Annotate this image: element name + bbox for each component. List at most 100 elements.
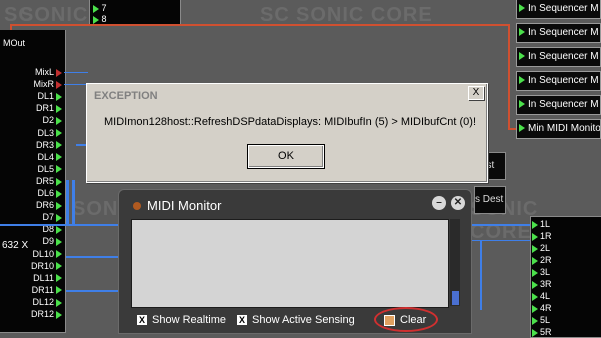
port-label: 1R: [540, 231, 552, 241]
show-active-sensing-option[interactable]: X Show Active Sensing: [237, 314, 355, 326]
port-row[interactable]: DR6: [36, 200, 62, 210]
port-row[interactable]: DL3: [37, 128, 62, 138]
port-row[interactable]: MixL: [35, 67, 62, 77]
show-active-sensing-label: Show Active Sensing: [252, 314, 355, 326]
port-row[interactable]: DR3: [36, 140, 62, 150]
port-row[interactable]: DL11: [33, 273, 62, 283]
output-port-row[interactable]: 1R: [532, 231, 552, 241]
midi-monitor-window: MIDI Monitor – ✕ X Show Realtime X Show Ac…: [118, 189, 472, 334]
port-icon: [56, 225, 62, 234]
port-icon: [56, 129, 62, 138]
port-row[interactable]: DL1: [37, 91, 62, 101]
port-icon: [519, 100, 525, 109]
sequencer-item[interactable]: Min MIDI Monitor: [516, 119, 601, 139]
output-port-row[interactable]: 4L: [532, 291, 550, 301]
scrollbar-thumb[interactable]: [452, 291, 459, 305]
midi-wire[interactable]: [10, 24, 510, 26]
midi-monitor-title: MIDI Monitor: [147, 198, 222, 213]
audio-wire[interactable]: [72, 180, 75, 224]
port-label: MixL: [34, 67, 54, 77]
sequencer-label: In Sequencer M: [528, 99, 599, 110]
output-port-row[interactable]: 5L: [532, 315, 550, 325]
port-icon: [56, 298, 62, 307]
port-icon: [519, 52, 525, 61]
port-row[interactable]: DR5: [36, 176, 62, 186]
midi-log-area[interactable]: [131, 219, 449, 308]
port-icon: [532, 268, 538, 277]
audio-wire[interactable]: [66, 256, 118, 258]
audio-wire[interactable]: [470, 224, 532, 226]
port-row[interactable]: DL6: [37, 188, 62, 198]
port-label: DL10: [32, 248, 54, 259]
sequencer-item[interactable]: In Sequencer M: [516, 47, 601, 67]
port-icon: [519, 124, 525, 133]
output-port-row[interactable]: 1L: [532, 219, 550, 229]
audio-wire[interactable]: [64, 72, 88, 73]
port-icon: [56, 189, 62, 198]
close-button[interactable]: X: [468, 86, 484, 100]
output-port-row[interactable]: 3R: [532, 279, 552, 289]
minimize-icon: –: [436, 197, 442, 208]
audio-wire[interactable]: [66, 180, 69, 224]
port-row[interactable]: DR10: [31, 261, 62, 271]
port-icon: [56, 201, 62, 210]
sequencer-item[interactable]: In Sequencer M: [516, 95, 601, 115]
sequencer-item[interactable]: In Sequencer M: [516, 23, 601, 43]
port-row[interactable]: D9: [42, 236, 62, 246]
port-row[interactable]: D7: [42, 212, 62, 222]
port-label: 4L: [540, 291, 551, 301]
midi-monitor-header[interactable]: MIDI Monitor – ✕: [119, 190, 471, 218]
port-label: DL5: [37, 163, 54, 174]
show-active-sensing-checkbox[interactable]: X: [237, 315, 247, 326]
clear-button[interactable]: [384, 315, 395, 326]
port-icon: [56, 310, 62, 319]
port-icon: [93, 15, 99, 24]
output-port-row[interactable]: 2R: [532, 255, 552, 265]
port-icon: [532, 256, 538, 265]
port-row[interactable]: DL5: [37, 164, 62, 174]
port-icon: [93, 4, 99, 13]
audio-wire[interactable]: [66, 290, 118, 292]
port-row[interactable]: DR12: [31, 309, 62, 319]
top-module[interactable]: 7 8: [89, 0, 181, 26]
port-label: DR5: [35, 175, 54, 186]
exception-title: EXCEPTION: [94, 90, 158, 102]
output-port-row[interactable]: 3L: [532, 267, 550, 277]
output-port-row[interactable]: 2L: [532, 243, 550, 253]
exception-title-bar: EXCEPTION: [90, 87, 482, 105]
minimize-button[interactable]: –: [432, 196, 446, 210]
port-icon: [56, 274, 62, 283]
ok-button[interactable]: OK: [248, 145, 324, 168]
port-row[interactable]: DR1: [36, 103, 62, 113]
port-label: DL4: [37, 151, 54, 162]
audio-wire[interactable]: [64, 84, 88, 85]
port-icon: [519, 28, 525, 37]
left-side-label: 632 X: [2, 240, 29, 251]
port-row[interactable]: DL4: [37, 152, 62, 162]
show-realtime-option[interactable]: X Show Realtime: [137, 314, 226, 326]
clear-label[interactable]: Clear: [400, 314, 426, 326]
port-label: 3L: [540, 267, 551, 277]
port-row[interactable]: DL10: [32, 249, 62, 259]
midi-wire[interactable]: [508, 24, 510, 130]
sequencer-item[interactable]: In Sequencer M: [516, 71, 601, 91]
output-port-row[interactable]: 4R: [532, 303, 552, 313]
port-icon: [56, 238, 62, 247]
show-realtime-checkbox[interactable]: X: [137, 315, 147, 326]
port-icon: [519, 76, 525, 85]
port-icon: [56, 104, 62, 113]
audio-wire[interactable]: [480, 240, 482, 310]
sequencer-item[interactable]: In Sequencer M: [516, 0, 601, 19]
audio-wire[interactable]: [0, 224, 120, 226]
port-label: 8: [101, 14, 107, 24]
port-row[interactable]: DL12: [32, 297, 62, 307]
dest-module[interactable]: s Dest: [474, 186, 506, 214]
scrollbar[interactable]: [450, 219, 460, 306]
output-port-row[interactable]: 5R: [532, 327, 552, 337]
close-button[interactable]: ✕: [451, 196, 465, 210]
port-icon: [532, 316, 538, 325]
port-row[interactable]: MixR: [34, 79, 62, 89]
port-row[interactable]: DR11: [32, 285, 62, 295]
port-row[interactable]: D2: [42, 115, 62, 125]
port-label: DL3: [37, 127, 54, 138]
